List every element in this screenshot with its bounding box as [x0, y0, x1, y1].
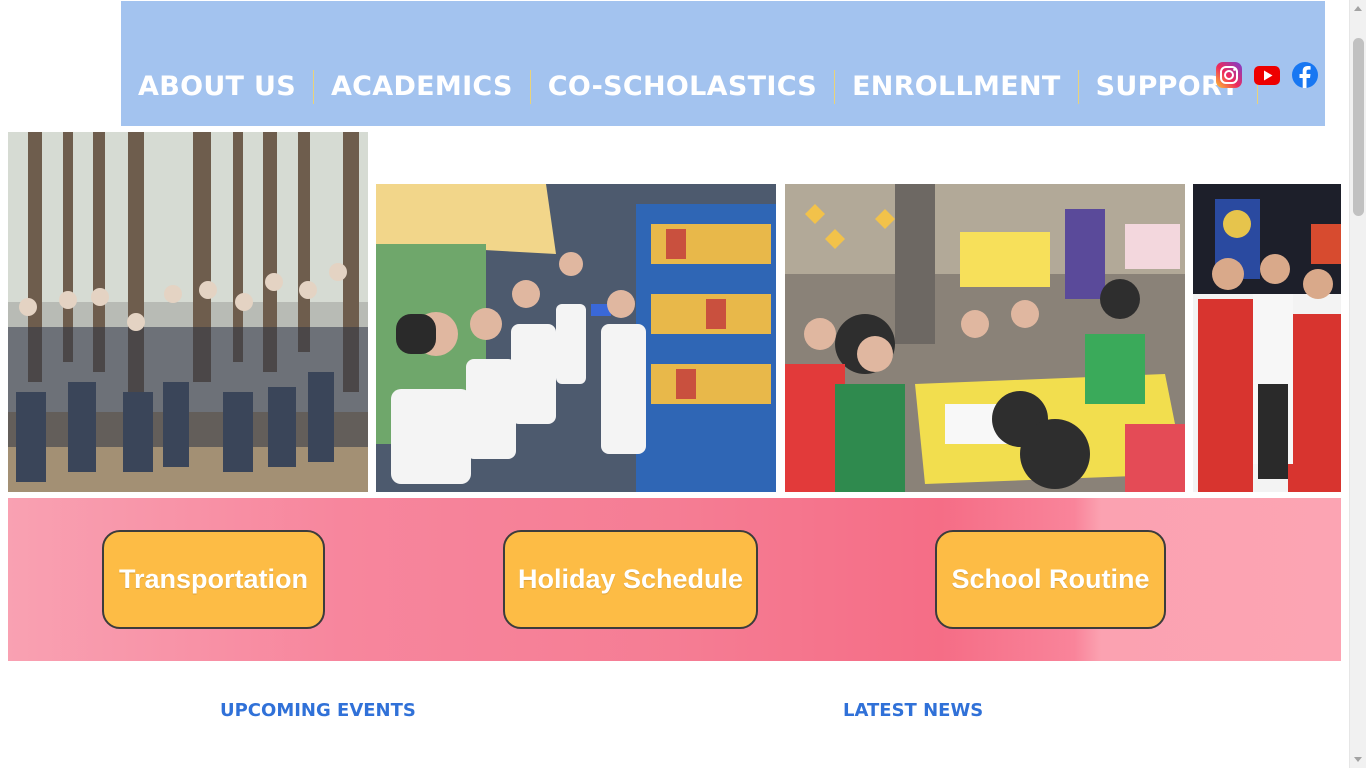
page-scrollbar[interactable]	[1349, 0, 1366, 768]
nav-links: ABOUT US ACADEMICS CO-SCHOLASTICS ENROLL…	[121, 63, 1258, 111]
transportation-button[interactable]: Transportation	[102, 530, 325, 629]
nav-item-enrollment[interactable]: ENROLLMENT	[835, 70, 1079, 104]
photo-science-activity	[785, 184, 1185, 492]
social-links	[1215, 61, 1319, 89]
holiday-schedule-button[interactable]: Holiday Schedule	[503, 530, 758, 629]
scrollbar-thumb[interactable]	[1353, 38, 1364, 216]
photo-teachers-event	[1193, 184, 1341, 492]
instagram-icon[interactable]	[1215, 61, 1243, 89]
upcoming-events-heading: UPCOMING EVENTS	[220, 700, 416, 721]
school-routine-button[interactable]: School Routine	[935, 530, 1166, 629]
photo-group-forest	[8, 132, 368, 492]
latest-news-heading: LATEST NEWS	[843, 700, 984, 721]
scroll-up-arrow-icon[interactable]	[1354, 6, 1362, 11]
quick-links-banner: Transportation Holiday Schedule School R…	[8, 498, 1341, 661]
scroll-down-arrow-icon[interactable]	[1354, 757, 1362, 762]
photo-library-bus	[376, 184, 776, 492]
nav-item-about-us[interactable]: ABOUT US	[121, 70, 314, 104]
youtube-icon[interactable]	[1253, 61, 1281, 89]
facebook-icon[interactable]	[1291, 61, 1319, 89]
top-navigation-bar: ABOUT US ACADEMICS CO-SCHOLASTICS ENROLL…	[121, 1, 1325, 126]
nav-item-academics[interactable]: ACADEMICS	[314, 70, 531, 104]
nav-item-co-scholastics[interactable]: CO-SCHOLASTICS	[531, 70, 836, 104]
